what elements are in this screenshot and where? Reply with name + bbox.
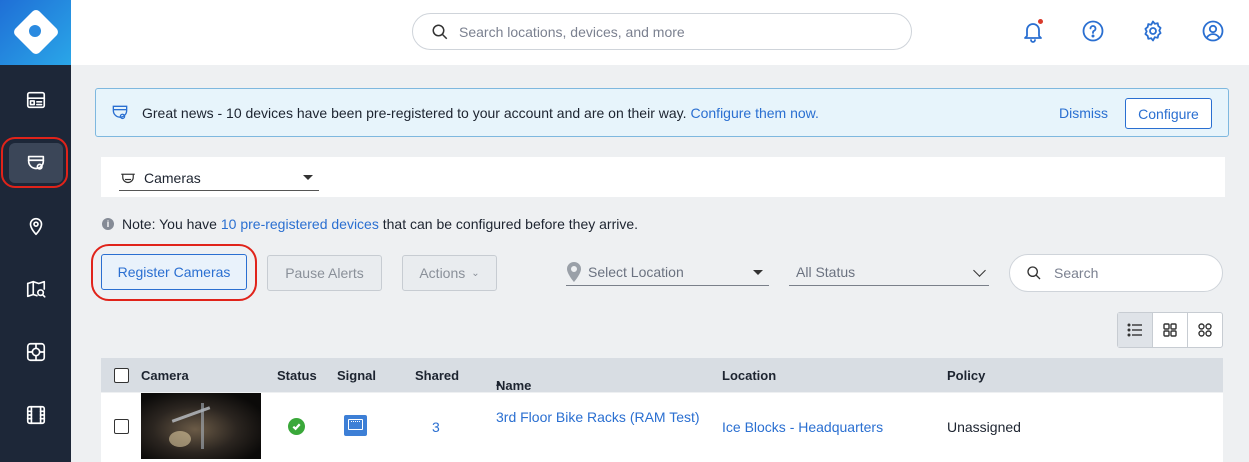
location-select-placeholder: Select Location <box>588 263 684 280</box>
chevron-down-icon: ⌄ <box>471 267 480 279</box>
user-icon <box>1202 20 1224 42</box>
device-type-card: Cameras <box>101 157 1225 197</box>
thumbnail-detail <box>171 406 211 423</box>
row-checkbox[interactable] <box>114 419 129 434</box>
help-icon <box>1082 20 1104 42</box>
notification-dot <box>1037 18 1044 25</box>
film-icon <box>26 405 45 425</box>
pre-registered-devices-link[interactable]: 10 pre-registered devices <box>221 216 379 232</box>
status-select-placeholder: All Status <box>796 263 856 280</box>
chevron-down-icon <box>973 264 986 277</box>
check-icon <box>292 423 301 431</box>
sidebar <box>0 0 71 462</box>
status-select[interactable]: All Status <box>789 258 989 286</box>
actions-label: Actions <box>419 265 466 281</box>
header-location[interactable]: Location <box>722 368 776 383</box>
header-policy[interactable]: Policy <box>947 368 985 383</box>
shared-count-link[interactable]: 3 <box>432 419 440 435</box>
settings-button[interactable] <box>1141 19 1165 43</box>
caret-down-icon <box>303 175 313 180</box>
sort-ascending-icon: ▴ <box>496 378 501 388</box>
status-online-icon <box>288 418 305 435</box>
configure-now-link[interactable]: Configure them now. <box>691 105 819 121</box>
camera-search-input[interactable]: Search <box>1009 254 1223 292</box>
header-status[interactable]: Status <box>277 368 317 383</box>
location-pin-icon <box>29 217 42 236</box>
caret-down-icon <box>753 270 763 275</box>
map-search-icon <box>26 280 46 298</box>
account-button[interactable] <box>1201 19 1225 43</box>
location-select[interactable]: Select Location <box>566 258 769 286</box>
header-camera: Camera <box>141 368 189 383</box>
dashboard-icon <box>26 91 45 109</box>
camera-thumbnail[interactable] <box>141 393 261 459</box>
note-suffix: that can be configured before they arriv… <box>382 216 639 232</box>
highlight-ring-register <box>91 244 257 301</box>
top-bar: Search locations, devices, and more <box>71 0 1249 65</box>
device-type-value: Cameras <box>144 169 201 186</box>
sidebar-item-analytics[interactable] <box>0 326 71 378</box>
list-view-button[interactable] <box>1118 313 1153 347</box>
configure-button[interactable]: Configure <box>1125 98 1212 129</box>
note-prefix: Note: You have <box>122 216 217 232</box>
help-button[interactable] <box>1081 19 1105 43</box>
notifications-button[interactable] <box>1021 18 1045 43</box>
device-type-select[interactable]: Cameras <box>119 165 319 191</box>
grid-view-button[interactable] <box>1153 313 1188 347</box>
sidebar-item-recordings[interactable] <box>0 389 71 441</box>
policy-value: Unassigned <box>947 419 1021 435</box>
banner-message: Great news - 10 devices have been pre-re… <box>142 104 687 121</box>
camera-icon <box>112 105 128 119</box>
pre-registered-banner: Great news - 10 devices have been pre-re… <box>95 88 1229 137</box>
header-shared[interactable]: Shared <box>415 368 459 383</box>
camera-search-placeholder: Search <box>1054 265 1099 281</box>
list-icon <box>1127 323 1142 337</box>
global-search-input[interactable]: Search locations, devices, and more <box>412 13 912 50</box>
thumbnail-detail <box>201 403 204 449</box>
info-icon: i <box>102 218 114 230</box>
dismiss-button[interactable]: Dismiss <box>1059 105 1108 121</box>
grid-icon <box>1163 323 1177 337</box>
pre-registered-note: i Note: You have 10 pre-registered devic… <box>102 216 638 232</box>
sidebar-item-dashboard[interactable] <box>0 74 71 126</box>
global-search-placeholder: Search locations, devices, and more <box>459 23 685 40</box>
sidebar-item-locations[interactable] <box>0 200 71 252</box>
analytics-icon <box>26 342 45 362</box>
search-icon <box>432 24 448 39</box>
dome-camera-icon <box>121 173 135 183</box>
thumbnail-detail <box>169 431 191 447</box>
view-toggle <box>1117 312 1223 348</box>
search-icon <box>1027 266 1041 280</box>
location-pin-icon <box>567 261 581 282</box>
gear-icon <box>1144 20 1162 42</box>
header-name-label: Name <box>496 378 532 393</box>
camera-name-link[interactable]: 3rd Floor Bike Racks (RAM Test) <box>496 409 700 425</box>
header-signal[interactable]: Signal <box>337 368 376 383</box>
sidebar-item-maps[interactable] <box>0 263 71 315</box>
tile-grid-icon <box>1198 323 1212 337</box>
select-all-checkbox[interactable] <box>114 368 129 383</box>
table-row[interactable]: 3 3rd Floor Bike Racks (RAM Test) Ice Bl… <box>101 393 1223 462</box>
highlight-ring-cameras-nav <box>1 137 68 188</box>
pause-alerts-button[interactable]: Pause Alerts <box>267 255 382 291</box>
location-link[interactable]: Ice Blocks - Headquarters <box>722 419 883 435</box>
tile-view-button[interactable] <box>1188 313 1222 347</box>
table-header: Camera Status Signal Shared Name ▴ Locati… <box>101 358 1223 393</box>
ethernet-icon <box>344 415 367 436</box>
actions-button[interactable]: Actions ⌄ <box>402 255 497 291</box>
logo-dot <box>29 25 41 37</box>
ethernet-pins <box>351 421 360 424</box>
logo[interactable] <box>0 0 71 65</box>
